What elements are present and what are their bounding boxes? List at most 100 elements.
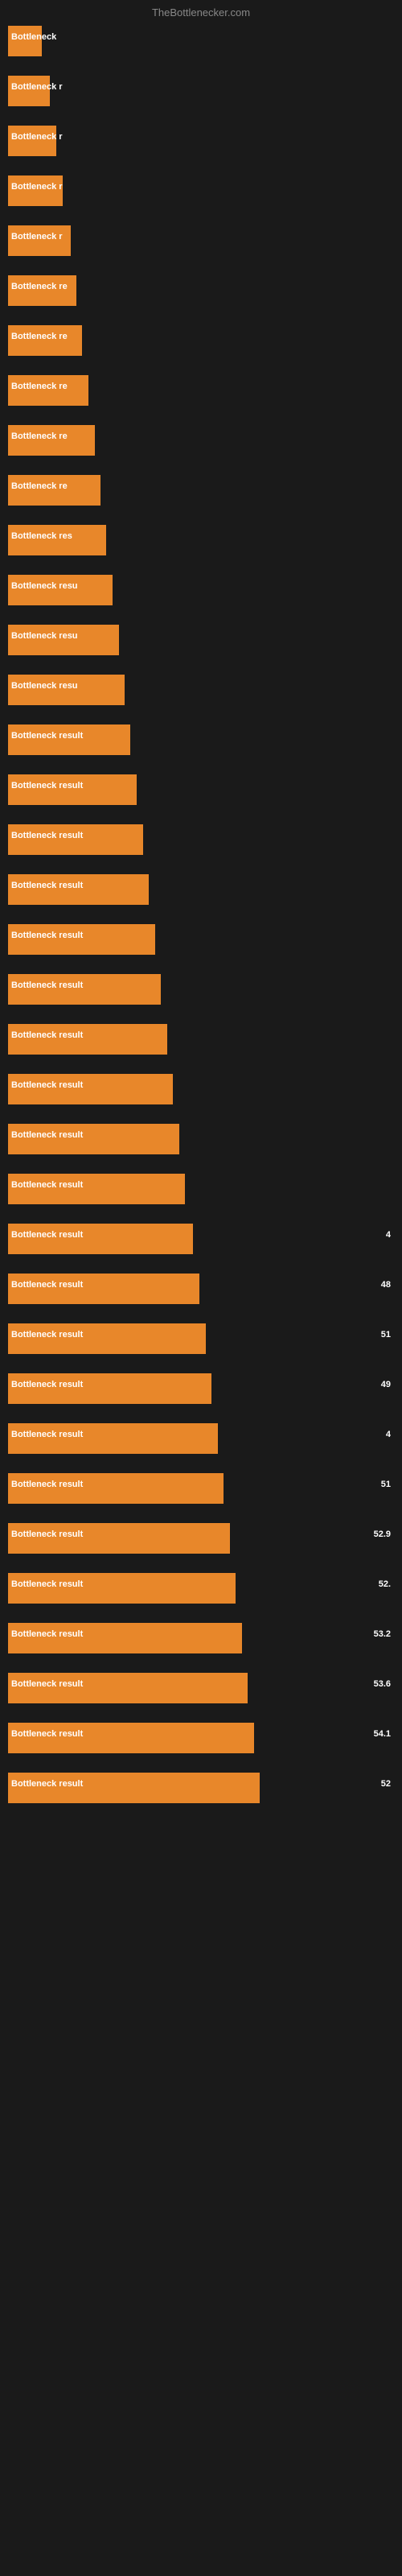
bar-label: Bottleneck res <box>11 531 72 541</box>
bar-row: Bottleneck result <box>8 871 394 921</box>
bar-row: Bottleneck re <box>8 372 394 422</box>
bar-fill: Bottleneck result <box>8 974 161 1005</box>
bar-row: 51Bottleneck result <box>8 1470 394 1520</box>
bar-fill: Bottleneck result <box>8 1124 179 1154</box>
bar-row: 49 Bottleneck result <box>8 1370 394 1420</box>
bar-label: Bottleneck result <box>11 1030 83 1040</box>
bar-row: Bottleneck r <box>8 172 394 222</box>
bar-label: Bottleneck re <box>11 431 68 441</box>
bar-label: Bottleneck <box>11 32 56 42</box>
bar-row: 52.Bottleneck result <box>8 1570 394 1620</box>
bar-label: Bottleneck result <box>11 881 83 890</box>
bar-fill: Bottleneck result <box>8 924 155 955</box>
bar-row: 54.1Bottleneck result <box>8 1719 394 1769</box>
bar-fill: Bottleneck resu <box>8 625 119 655</box>
bar-label: Bottleneck r <box>11 82 63 92</box>
bar-row: 52.9 Bottleneck result <box>8 1520 394 1570</box>
bar-fill: Bottleneck result <box>8 1573 236 1604</box>
bar-label: Bottleneck result <box>11 731 83 741</box>
bar-fill: Bottleneck result <box>8 1473 224 1504</box>
bar-value: 53.6 <box>374 1679 391 1689</box>
bar-row: Bottleneck resu <box>8 671 394 721</box>
bar-label: Bottleneck result <box>11 831 83 840</box>
bar-row: Bottleneck result <box>8 821 394 871</box>
bar-row: Bottleneck re <box>8 472 394 522</box>
bar-row: Bottleneck resu <box>8 621 394 671</box>
bar-row: Bottleneck r <box>8 222 394 272</box>
bar-fill: Bottleneck r <box>8 225 71 256</box>
bar-label: Bottleneck result <box>11 1180 83 1190</box>
bar-row: Bottleneck re <box>8 272 394 322</box>
bar-row: 4 Bottleneck result <box>8 1220 394 1270</box>
bar-fill: Bottleneck result <box>8 1773 260 1803</box>
bar-label: Bottleneck result <box>11 1280 83 1290</box>
bar-row: Bottleneck result <box>8 721 394 771</box>
bar-fill: Bottleneck result <box>8 1323 206 1354</box>
bar-fill: Bottleneck result <box>8 1523 230 1554</box>
bar-label: Bottleneck result <box>11 980 83 990</box>
bar-fill: Bottleneck <box>8 26 42 56</box>
bar-label: Bottleneck result <box>11 1629 83 1639</box>
bar-row: 53.6 Bottleneck result <box>8 1670 394 1719</box>
bar-row: Bottleneck res <box>8 522 394 572</box>
bar-value: 4 <box>386 1230 391 1240</box>
bar-fill: Bottleneck result <box>8 1623 242 1653</box>
bar-fill: Bottleneck res <box>8 525 106 555</box>
bar-row: Bottleneck result <box>8 1071 394 1121</box>
bar-fill: Bottleneck re <box>8 375 88 406</box>
bar-row: Bottleneck resu <box>8 572 394 621</box>
bar-row: Bottleneck r <box>8 122 394 172</box>
bar-fill: Bottleneck re <box>8 325 82 356</box>
bar-value: 52.9 <box>374 1530 391 1539</box>
bar-fill: Bottleneck result <box>8 874 149 905</box>
bars-container: BottleneckBottleneck rBottleneck rBottle… <box>0 23 402 1819</box>
bar-fill: Bottleneck result <box>8 774 137 805</box>
bar-fill: Bottleneck r <box>8 126 56 156</box>
bar-value: 4 <box>386 1430 391 1439</box>
bar-row: Bottleneck result <box>8 921 394 971</box>
bar-label: Bottleneck resu <box>11 631 78 641</box>
bar-fill: Bottleneck result <box>8 1224 193 1254</box>
bar-fill: Bottleneck result <box>8 1673 248 1703</box>
bar-value: 52 <box>381 1779 391 1789</box>
bar-label: Bottleneck re <box>11 382 68 391</box>
bar-value: 49 <box>381 1380 391 1389</box>
bar-label: Bottleneck result <box>11 1779 83 1789</box>
bar-label: Bottleneck re <box>11 481 68 491</box>
bar-label: Bottleneck re <box>11 282 68 291</box>
bar-fill: Bottleneck result <box>8 1074 173 1104</box>
bar-fill: Bottleneck r <box>8 175 63 206</box>
bar-label: Bottleneck r <box>11 182 63 192</box>
bar-label: Bottleneck result <box>11 1729 83 1739</box>
bar-fill: Bottleneck result <box>8 1274 199 1304</box>
bar-fill: Bottleneck result <box>8 1373 211 1404</box>
bar-row: Bottleneck result <box>8 1121 394 1170</box>
bar-label: Bottleneck result <box>11 1380 83 1389</box>
bar-row: Bottleneck result <box>8 1021 394 1071</box>
bar-row: Bottleneck r <box>8 72 394 122</box>
bar-label: Bottleneck result <box>11 931 83 940</box>
bar-label: Bottleneck result <box>11 1579 83 1589</box>
bar-row: 52 Bottleneck result <box>8 1769 394 1819</box>
bar-fill: Bottleneck result <box>8 724 130 755</box>
bar-label: Bottleneck re <box>11 332 68 341</box>
bar-label: Bottleneck resu <box>11 581 78 591</box>
bar-fill: Bottleneck result <box>8 1723 254 1753</box>
bar-label: Bottleneck result <box>11 1230 83 1240</box>
bar-row: 48 Bottleneck result <box>8 1270 394 1320</box>
bar-label: Bottleneck result <box>11 1430 83 1439</box>
bar-label: Bottleneck resu <box>11 681 78 691</box>
bar-label: Bottleneck result <box>11 1080 83 1090</box>
bar-label: Bottleneck result <box>11 1530 83 1539</box>
bar-value: 48 <box>381 1280 391 1290</box>
bar-row: Bottleneck <box>8 23 394 72</box>
bar-label: Bottleneck r <box>11 132 63 142</box>
bar-label: Bottleneck r <box>11 232 63 242</box>
bar-label: Bottleneck result <box>11 1130 83 1140</box>
bar-fill: Bottleneck re <box>8 275 76 306</box>
bar-row: Bottleneck re <box>8 322 394 372</box>
bar-label: Bottleneck result <box>11 1480 83 1489</box>
bar-label: Bottleneck result <box>11 1679 83 1689</box>
bar-row: Bottleneck re <box>8 422 394 472</box>
site-title: TheBottlenecker.com <box>0 0 402 22</box>
